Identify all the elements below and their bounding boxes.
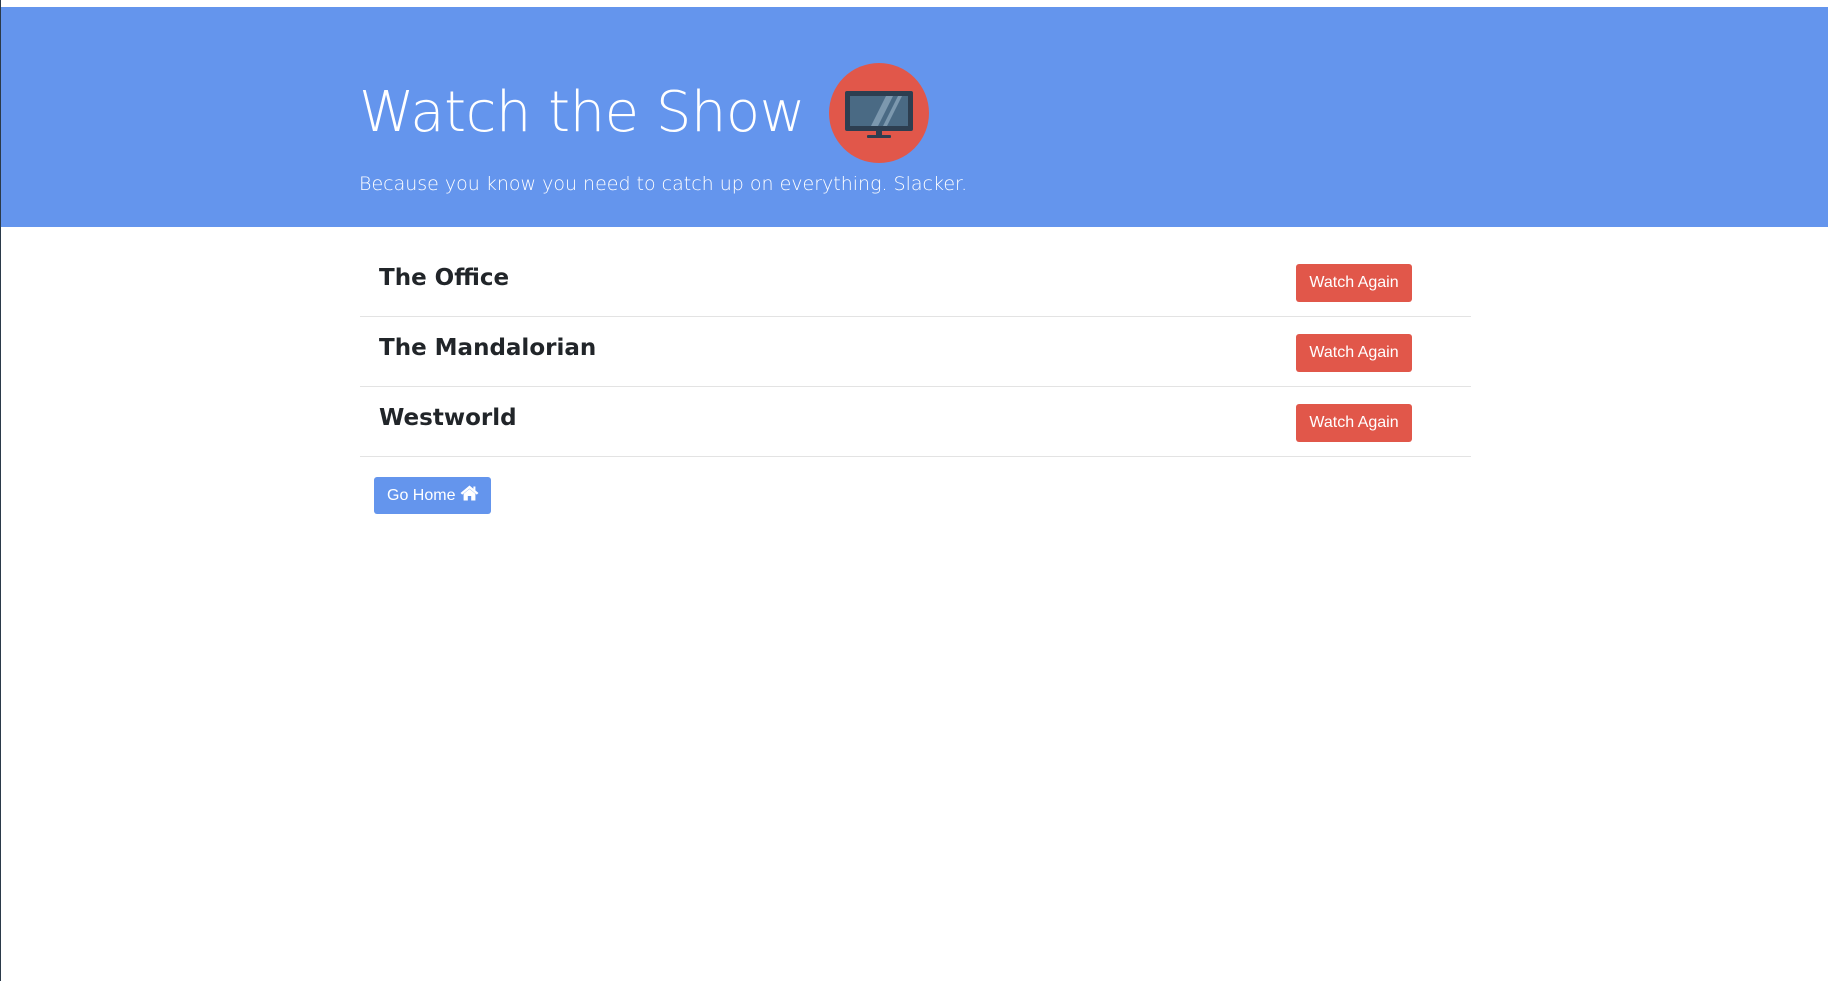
go-home-label: Go Home	[387, 486, 456, 504]
header-content: Watch the Show Because you know you need…	[359, 63, 967, 195]
list-item: The Mandalorian Watch Again	[360, 317, 1471, 387]
page: Watch the Show Because you know you need…	[0, 0, 1828, 981]
page-subtitle: Because you know you need to catch up on…	[359, 173, 968, 195]
watch-again-button[interactable]: Watch Again	[1296, 334, 1412, 372]
title-row: Watch the Show	[359, 63, 967, 163]
television-icon	[828, 63, 929, 163]
home-icon	[460, 485, 479, 506]
watch-again-button[interactable]: Watch Again	[1296, 404, 1412, 442]
show-list: The Office Watch Again The Mandalorian W…	[360, 247, 1471, 457]
page-title: Watch the Show	[359, 80, 805, 145]
watch-again-button[interactable]: Watch Again	[1296, 264, 1412, 302]
list-item: The Office Watch Again	[360, 247, 1471, 317]
show-title: The Office	[379, 265, 510, 291]
list-item: Westworld Watch Again	[360, 387, 1471, 457]
show-title: The Mandalorian	[379, 335, 597, 361]
show-title: Westworld	[379, 405, 517, 431]
go-home-button[interactable]: Go Home	[374, 477, 492, 514]
